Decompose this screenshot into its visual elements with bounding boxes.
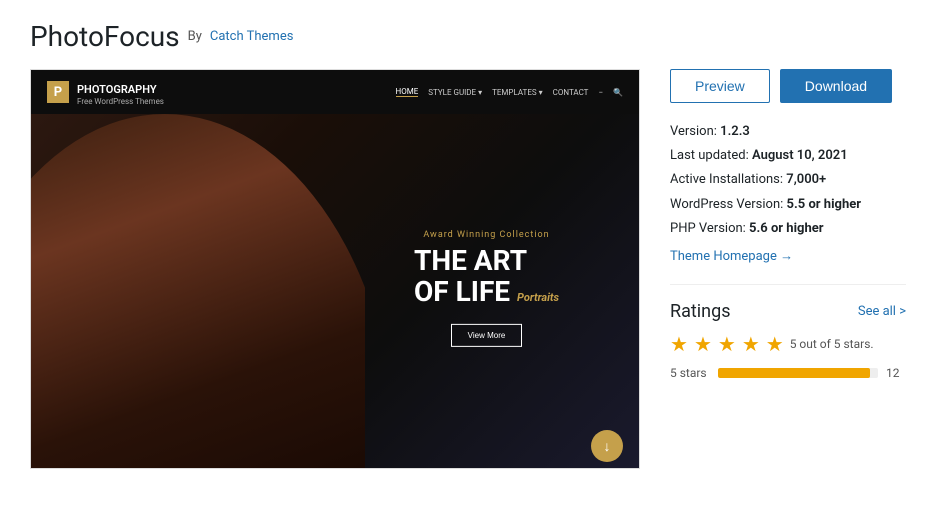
fake-hero: Award Winning Collection THE ART OF LIFE…	[31, 114, 639, 469]
logo-letter: P	[47, 81, 69, 103]
nav-style-guide: STYLE GUIDE ▾	[428, 88, 482, 97]
installations-label: Active Installations:	[670, 172, 783, 187]
bar-label-5stars: 5 stars	[670, 366, 710, 380]
fake-logo: P PHOTOGRAPHY Free WordPress Themes	[47, 78, 164, 106]
star-1: ★	[670, 332, 688, 356]
version-label: Version:	[670, 124, 717, 139]
theme-title: PhotoFocus	[30, 20, 180, 53]
installations-row: Active Installations: 7,000+	[670, 171, 906, 189]
php-version-value: 5.6 or higher	[749, 221, 823, 236]
star-3: ★	[718, 332, 736, 356]
nav-home: HOME	[396, 87, 419, 97]
preview-area: P PHOTOGRAPHY Free WordPress Themes HOME…	[30, 69, 640, 469]
hero-title-line1: THE ART	[414, 244, 527, 277]
theme-title-row: PhotoFocus By Catch Themes	[30, 20, 904, 53]
hero-award-text: Award Winning Collection	[414, 230, 559, 240]
installations-value: 7,000+	[786, 172, 826, 187]
preview-button[interactable]: Preview	[670, 69, 770, 103]
ratings-title: Ratings	[670, 301, 731, 322]
hero-subtitle: Portraits	[517, 291, 559, 304]
fake-theme-header: P PHOTOGRAPHY Free WordPress Themes HOME…	[31, 70, 639, 114]
ratings-header: Ratings See all >	[670, 301, 906, 322]
sidebar: Preview Download Version: 1.2.3 Last upd…	[670, 69, 906, 469]
hero-view-more-button[interactable]: View More	[451, 323, 523, 346]
wp-version-value: 5.5 or higher	[787, 197, 861, 212]
nav-templates: TEMPLATES ▾	[492, 88, 543, 97]
author-link[interactable]: Catch Themes	[210, 29, 294, 44]
bar-count-5stars: 12	[886, 366, 906, 380]
logo-site-title: PHOTOGRAPHY	[77, 83, 157, 96]
star-4: ★	[742, 332, 760, 356]
meta-info: Version: 1.2.3 Last updated: August 10, …	[670, 123, 906, 264]
version-value: 1.2.3	[720, 124, 750, 139]
page-wrapper: PhotoFocus By Catch Themes P PHOTOGRAPHY…	[0, 0, 934, 489]
hero-background: Award Winning Collection THE ART OF LIFE…	[31, 114, 639, 469]
bar-bg-5stars	[718, 368, 878, 378]
logo-site-sub: Free WordPress Themes	[77, 97, 164, 106]
main-content: P PHOTOGRAPHY Free WordPress Themes HOME…	[30, 69, 904, 469]
php-version-row: PHP Version: 5.6 or higher	[670, 220, 906, 238]
bar-fill-5stars	[718, 368, 870, 378]
stars-row: ★ ★ ★ ★ ★ 5 out of 5 stars.	[670, 332, 906, 356]
nav-share-icon: −	[598, 88, 603, 97]
last-updated-value: August 10, 2021	[752, 148, 848, 163]
nav-contact: CONTACT	[553, 88, 589, 97]
hero-title: THE ART OF LIFE Portraits	[414, 246, 559, 308]
action-buttons: Preview Download	[670, 69, 906, 103]
php-version-label: PHP Version:	[670, 221, 746, 236]
star-5: ★	[766, 332, 784, 356]
logo-text-block: PHOTOGRAPHY Free WordPress Themes	[77, 78, 164, 106]
rating-bar-5stars: 5 stars 12	[670, 366, 906, 380]
stars-out-of-label: 5 out of 5 stars.	[790, 337, 874, 351]
download-button[interactable]: Download	[780, 69, 892, 103]
theme-preview-image: P PHOTOGRAPHY Free WordPress Themes HOME…	[30, 69, 640, 469]
fake-nav: HOME STYLE GUIDE ▾ TEMPLATES ▾ CONTACT −…	[396, 87, 623, 97]
see-all-link[interactable]: See all >	[858, 304, 906, 319]
ratings-section: Ratings See all > ★ ★ ★ ★ ★ 5 out of 5 s…	[670, 284, 906, 380]
wp-version-label: WordPress Version:	[670, 197, 783, 212]
wp-version-row: WordPress Version: 5.5 or higher	[670, 196, 906, 214]
last-updated-row: Last updated: August 10, 2021	[670, 147, 906, 165]
by-text: By	[188, 29, 202, 44]
version-row: Version: 1.2.3	[670, 123, 906, 141]
hero-text-area: Award Winning Collection THE ART OF LIFE…	[414, 230, 559, 347]
last-updated-label: Last updated:	[670, 148, 749, 163]
hero-person-silhouette	[31, 114, 365, 469]
scroll-down-button[interactable]: ↓	[591, 430, 623, 462]
nav-search-icon: 🔍	[613, 88, 623, 97]
star-2: ★	[694, 332, 712, 356]
hero-title-line2: OF LIFE	[414, 275, 510, 308]
theme-homepage-link[interactable]: Theme Homepage →	[670, 248, 793, 264]
